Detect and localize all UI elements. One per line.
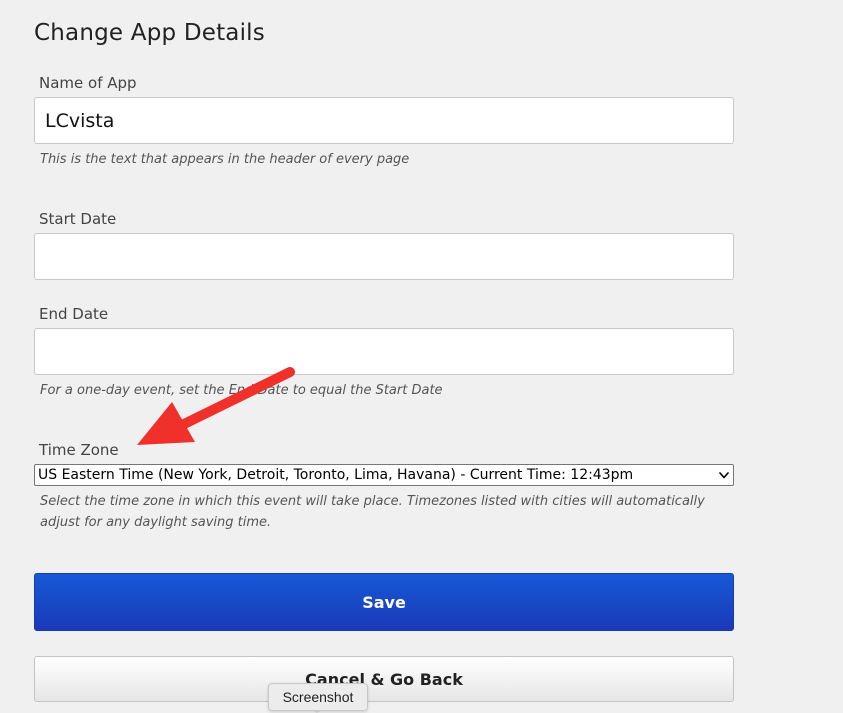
- time-zone-help: Select the time zone in which this event…: [40, 494, 705, 530]
- cancel-go-back-button[interactable]: Cancel & Go Back: [34, 656, 734, 702]
- save-button[interactable]: Save: [34, 573, 734, 631]
- end-date-label: End Date: [39, 305, 109, 323]
- screenshot-tooltip: Screenshot: [268, 683, 368, 711]
- page-title: Change App Details: [34, 20, 265, 46]
- time-zone-select[interactable]: US Eastern Time (New York, Detroit, Toro…: [34, 464, 734, 486]
- end-date-input[interactable]: [34, 328, 734, 375]
- start-date-input[interactable]: [34, 233, 734, 280]
- app-name-help: This is the text that appears in the hea…: [40, 152, 410, 167]
- time-zone-selected-value: US Eastern Time (New York, Detroit, Toro…: [38, 467, 634, 483]
- app-name-label: Name of App: [39, 74, 137, 92]
- chevron-down-icon: [717, 465, 731, 485]
- end-date-help: For a one-day event, set the End Date to…: [40, 383, 443, 398]
- time-zone-label: Time Zone: [39, 441, 119, 459]
- app-name-input[interactable]: [34, 97, 734, 144]
- start-date-label: Start Date: [39, 210, 117, 228]
